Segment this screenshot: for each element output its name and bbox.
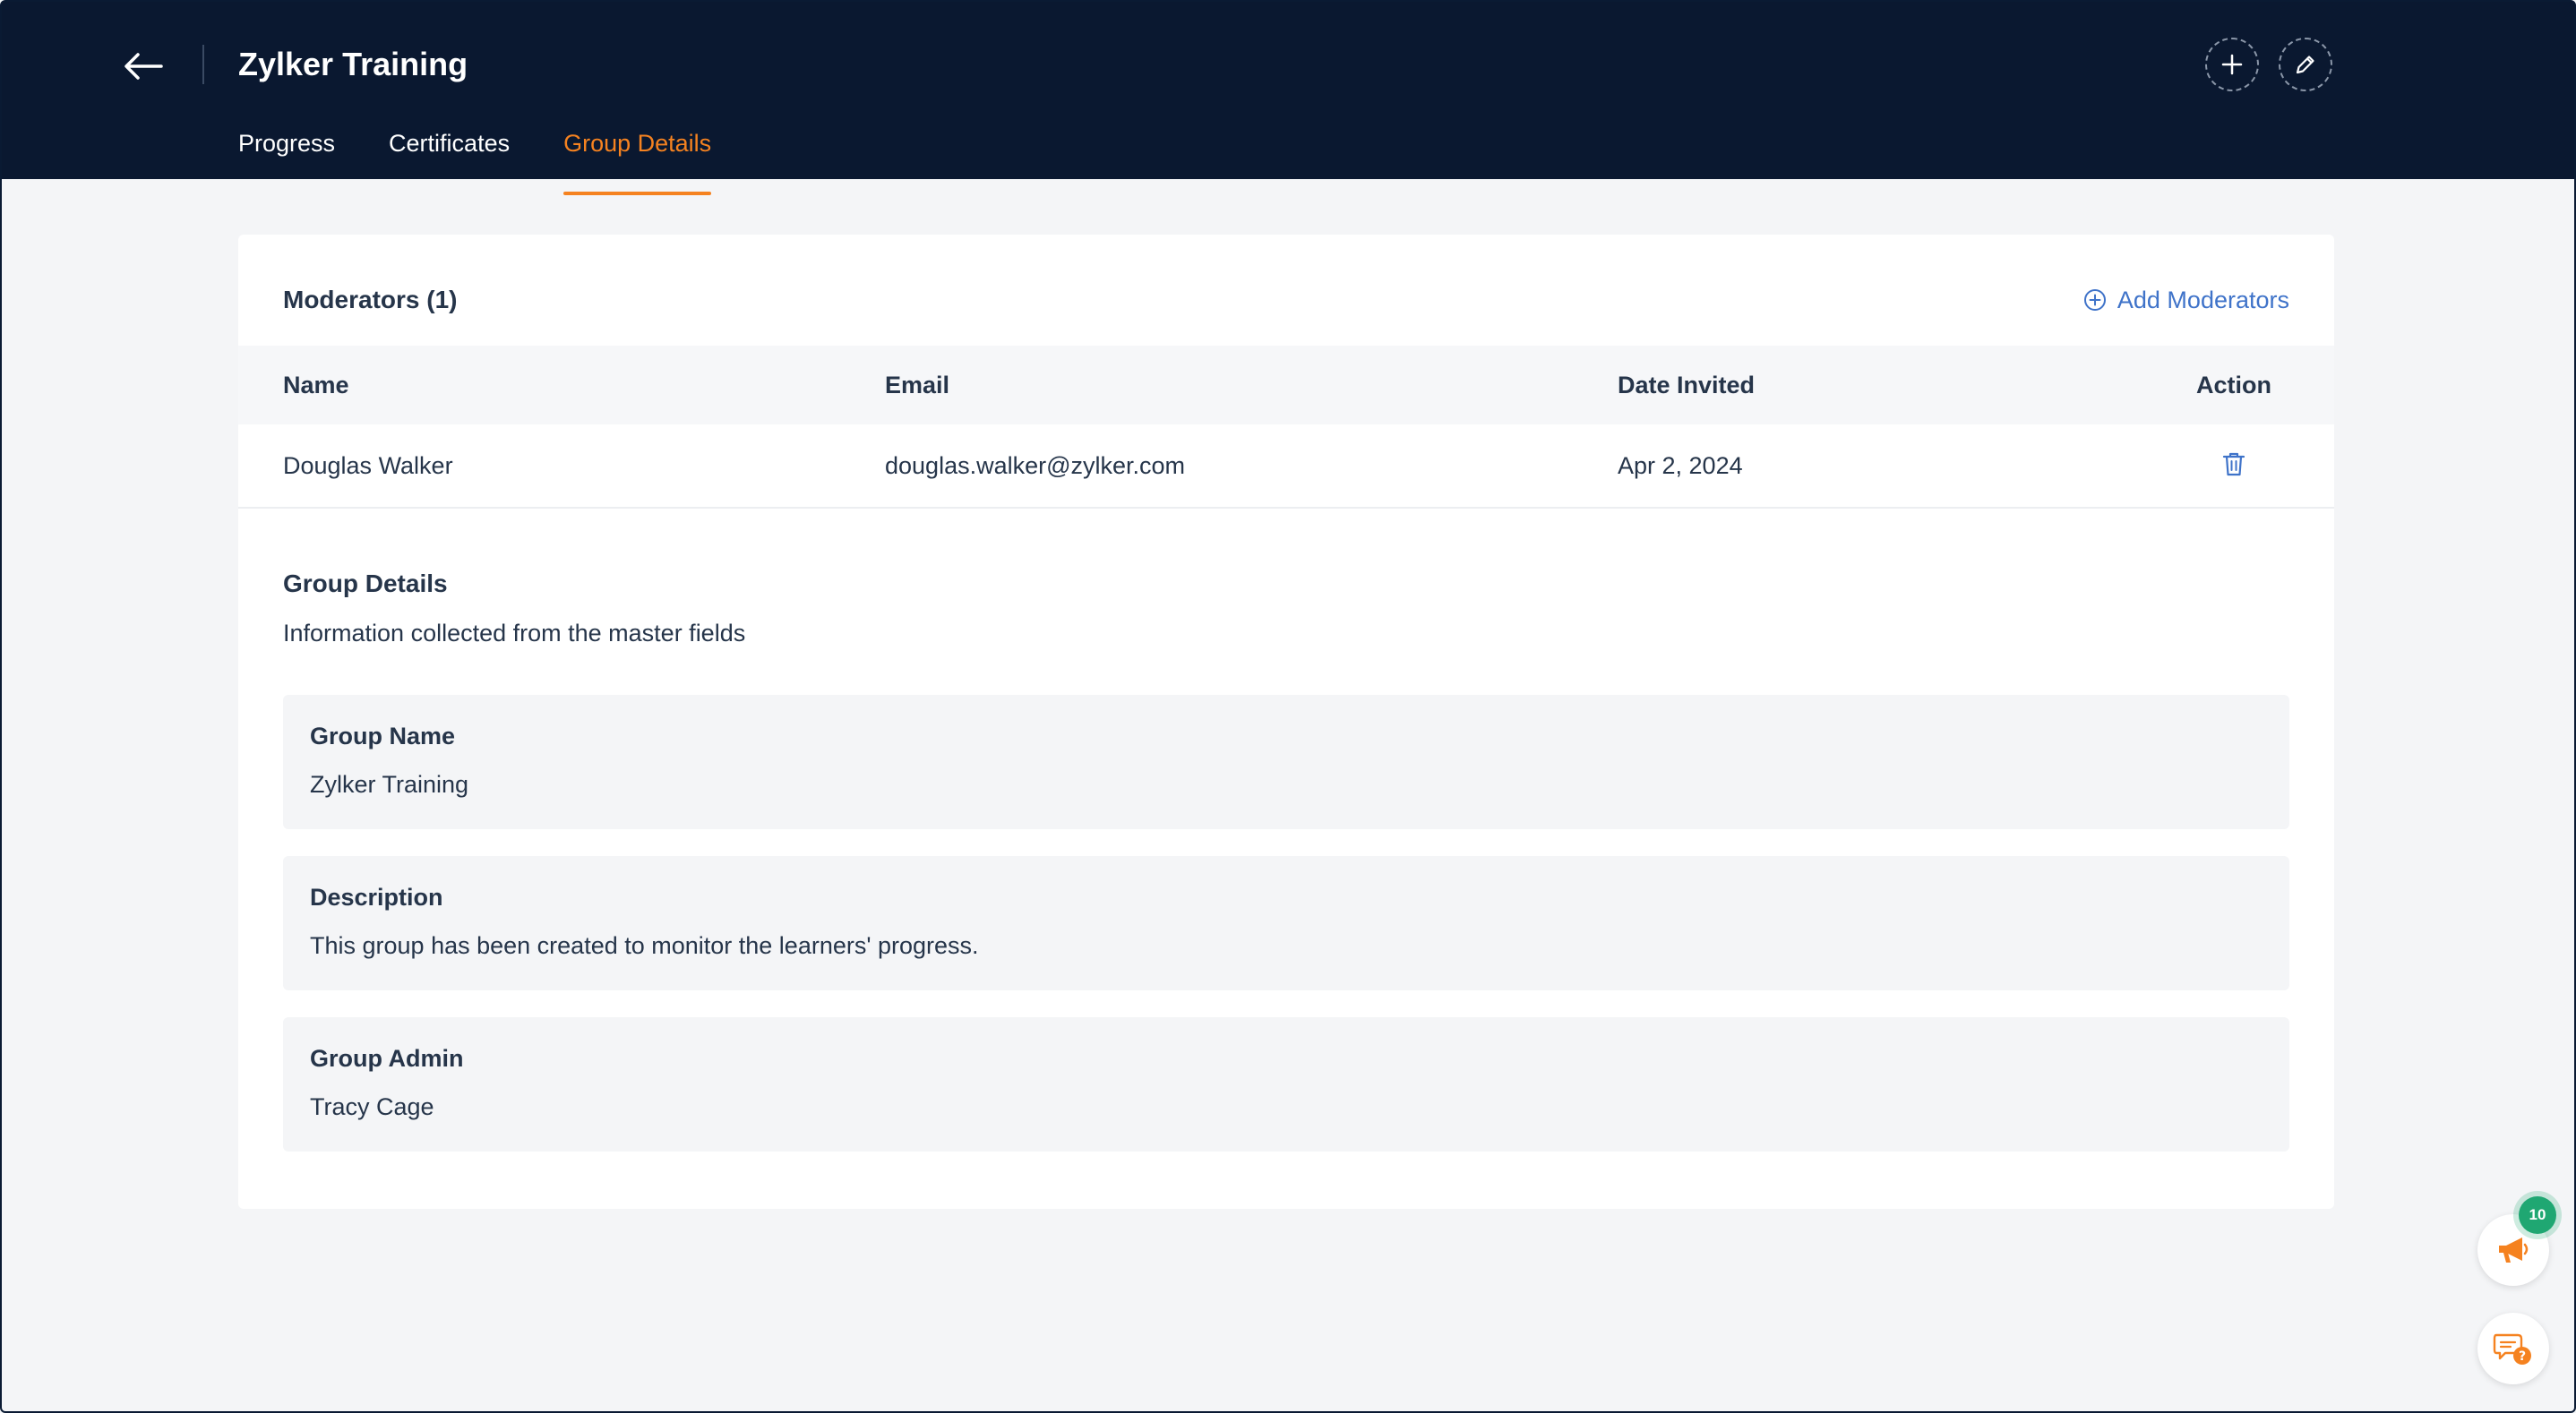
field-value: This group has been created to monitor t… xyxy=(310,932,979,959)
field-value: Zylker Training xyxy=(310,771,469,798)
pencil-icon xyxy=(2296,56,2314,74)
header-actions xyxy=(2205,38,2332,91)
column-header-name: Name xyxy=(283,371,349,398)
megaphone-icon xyxy=(2499,1237,2529,1263)
add-moderators-label: Add Moderators xyxy=(2117,286,2289,313)
group-details-card: Moderators (1) Add Moderators Name Email… xyxy=(238,235,2334,1209)
header-divider xyxy=(202,45,204,84)
delete-moderator-button[interactable] xyxy=(2221,450,2246,477)
field-value: Tracy Cage xyxy=(310,1093,434,1120)
plus-circle-icon xyxy=(2083,289,2106,311)
field-group-name: Group Name Zylker Training xyxy=(283,695,2289,829)
tab-certificates[interactable]: Certificates xyxy=(389,124,510,179)
field-label: Description xyxy=(310,884,443,911)
trash-icon xyxy=(2222,452,2245,475)
notification-badge: 10 xyxy=(2519,1196,2556,1234)
column-header-action: Action xyxy=(2196,371,2271,398)
moderators-table-header: Name Email Date Invited Action xyxy=(238,346,2334,424)
table-row: Douglas Walker douglas.walker@zylker.com… xyxy=(238,424,2334,509)
moderators-header: Moderators (1) Add Moderators xyxy=(283,278,2289,322)
page-title: Zylker Training xyxy=(238,46,468,82)
group-details-title: Group Details xyxy=(283,569,448,597)
edit-button[interactable] xyxy=(2279,38,2332,91)
moderators-title: Moderators (1) xyxy=(283,286,458,313)
help-chat-button[interactable]: ? xyxy=(2477,1313,2549,1384)
moderator-name: Douglas Walker xyxy=(283,451,453,479)
moderator-date-invited: Apr 2, 2024 xyxy=(1618,451,1743,479)
field-label: Group Name xyxy=(310,723,456,749)
moderator-email: douglas.walker@zylker.com xyxy=(885,451,1186,479)
field-group-admin: Group Admin Tracy Cage xyxy=(283,1017,2289,1152)
tab-group-details[interactable]: Group Details xyxy=(563,124,712,195)
back-button[interactable] xyxy=(118,41,168,91)
add-button[interactable] xyxy=(2205,38,2259,91)
svg-text:?: ? xyxy=(2519,1349,2526,1364)
group-details-subtitle: Information collected from the master fi… xyxy=(283,620,746,647)
arrow-left-icon xyxy=(125,53,163,80)
column-header-email: Email xyxy=(885,371,950,398)
moderator-action-cell xyxy=(2180,450,2288,482)
tab-bar: Progress Certificates Group Details xyxy=(238,124,712,195)
help-chat-icon: ? xyxy=(2493,1333,2531,1365)
column-header-date-invited: Date Invited xyxy=(1618,371,1756,398)
field-label: Group Admin xyxy=(310,1045,464,1072)
add-moderators-button[interactable]: Add Moderators xyxy=(2083,287,2289,314)
field-description: Description This group has been created … xyxy=(283,856,2289,990)
top-header: Zylker Training Progress Certificates Gr… xyxy=(2,2,2574,195)
tab-progress[interactable]: Progress xyxy=(238,124,335,179)
plus-icon xyxy=(2221,54,2243,75)
